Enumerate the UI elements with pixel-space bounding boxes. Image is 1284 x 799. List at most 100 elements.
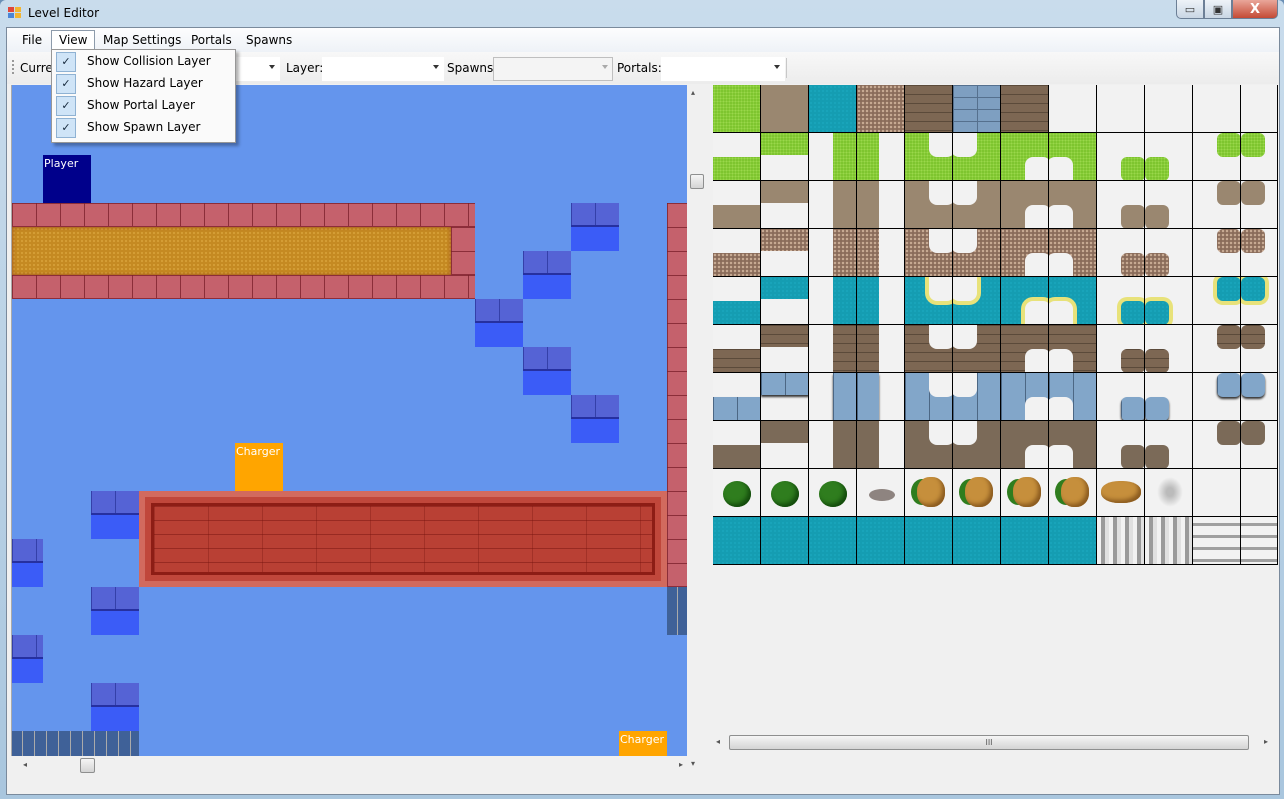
tile-gravel-island[interactable] <box>1097 229 1145 277</box>
tile-water[interactable] <box>809 517 857 565</box>
tile-wood-island[interactable] <box>1145 325 1193 373</box>
tile-stone-island[interactable] <box>1241 373 1278 421</box>
current-combo[interactable] <box>234 57 280 81</box>
tile-dirt-edge[interactable] <box>713 181 761 229</box>
tile-water[interactable] <box>713 517 761 565</box>
close-button[interactable]: X <box>1232 0 1278 19</box>
tile-water[interactable] <box>857 517 905 565</box>
tile-dirt-corner[interactable] <box>1001 181 1049 229</box>
tile-grass-edge[interactable] <box>857 133 905 181</box>
tile-dirt-edge[interactable] <box>761 181 809 229</box>
tile-stone[interactable] <box>953 85 1001 133</box>
tile-water-island[interactable] <box>1097 277 1145 325</box>
tile-spikes-right[interactable] <box>1193 517 1241 565</box>
tile-water-corner[interactable] <box>1001 277 1049 325</box>
tile-water-island[interactable] <box>1145 277 1193 325</box>
tile-dead-shrub[interactable] <box>1145 469 1193 517</box>
map-canvas[interactable]: Player Charger Charger <box>11 85 688 756</box>
tile-water-edge[interactable] <box>761 277 809 325</box>
tile-wood-corner[interactable] <box>905 325 953 373</box>
menu-item-show-portal-layer[interactable]: ✓ Show Portal Layer <box>54 95 232 117</box>
tile-wall-corner[interactable] <box>1001 421 1049 469</box>
tile-wood[interactable] <box>905 85 953 133</box>
tile-wood-edge[interactable] <box>761 325 809 373</box>
tile-stone-corner[interactable] <box>1001 373 1049 421</box>
tile-grass-corner[interactable] <box>1049 133 1097 181</box>
tile-gravel-edge[interactable] <box>857 229 905 277</box>
tile-water-island[interactable] <box>1193 277 1241 325</box>
tile-water-corner[interactable] <box>1049 277 1097 325</box>
tile-wall-corner[interactable] <box>905 421 953 469</box>
tile-stone-island[interactable] <box>1193 373 1241 421</box>
menu-file[interactable]: File <box>15 31 49 49</box>
tile-dirt-edge[interactable] <box>857 181 905 229</box>
tile-rock-bush[interactable] <box>1001 469 1049 517</box>
tile-dirt-island[interactable] <box>1097 181 1145 229</box>
tile-water-edge[interactable] <box>857 277 905 325</box>
tile-grass-edge[interactable] <box>761 133 809 181</box>
tile-empty[interactable] <box>1241 85 1278 133</box>
maximize-button[interactable]: ▣ <box>1204 0 1232 19</box>
tile-wood-corner[interactable] <box>1001 325 1049 373</box>
tile-wood-island[interactable] <box>1241 325 1278 373</box>
tile-water[interactable] <box>1001 517 1049 565</box>
tile-dirt-island[interactable] <box>1145 181 1193 229</box>
tile-grass-island[interactable] <box>1241 133 1278 181</box>
tile-rock-bush[interactable] <box>1049 469 1097 517</box>
scrollbar-thumb[interactable] <box>690 174 704 189</box>
tile-spikes-down[interactable] <box>1145 517 1193 565</box>
tile-wall-island[interactable] <box>1193 421 1241 469</box>
tile-stone-island[interactable] <box>1145 373 1193 421</box>
palette-horizontal-scrollbar[interactable]: ◂ III ▸ <box>714 734 1279 752</box>
tile-stone-corner[interactable] <box>1049 373 1097 421</box>
tile-stone-edge[interactable] <box>809 373 857 421</box>
tile-wood-edge[interactable] <box>713 325 761 373</box>
spawn-charger[interactable]: Charger <box>619 731 667 756</box>
tile-water-island[interactable] <box>1241 277 1278 325</box>
tile-wall-island[interactable] <box>1241 421 1278 469</box>
tile-water-corner[interactable] <box>953 277 1001 325</box>
tile-wall-island[interactable] <box>1097 421 1145 469</box>
menu-portals[interactable]: Portals <box>184 31 239 49</box>
scroll-up-icon[interactable]: ▴ <box>691 88 695 97</box>
tile-water[interactable] <box>761 517 809 565</box>
tile-water[interactable] <box>953 517 1001 565</box>
tile-stone-corner[interactable] <box>905 373 953 421</box>
tile-water[interactable] <box>905 517 953 565</box>
tile-wood-corner[interactable] <box>1049 325 1097 373</box>
layer-combo[interactable] <box>322 57 444 81</box>
portals-combo[interactable] <box>661 57 785 81</box>
tile-wall-corner[interactable] <box>1049 421 1097 469</box>
tile-water-edge[interactable] <box>713 277 761 325</box>
tile-grass-corner[interactable] <box>905 133 953 181</box>
tile-spikes-left[interactable] <box>1241 517 1278 565</box>
tile-stone-edge[interactable] <box>713 373 761 421</box>
tile-dirt-island[interactable] <box>1193 181 1241 229</box>
tile-gravel-island[interactable] <box>1193 229 1241 277</box>
tile-wall-edge[interactable] <box>809 421 857 469</box>
tile-grass-corner[interactable] <box>953 133 1001 181</box>
tile-grass-island[interactable] <box>1145 133 1193 181</box>
tile-grass-island[interactable] <box>1097 133 1145 181</box>
tile-water[interactable] <box>1049 517 1097 565</box>
spawn-player[interactable]: Player <box>43 155 91 203</box>
tile-gravel-edge[interactable] <box>761 229 809 277</box>
minimize-button[interactable]: ▭ <box>1176 0 1204 19</box>
tile-wood-plank[interactable] <box>1001 85 1049 133</box>
tile-bush[interactable] <box>761 469 809 517</box>
tile-wood-edge[interactable] <box>857 325 905 373</box>
tile-empty[interactable] <box>1241 469 1278 517</box>
menu-item-show-spawn-layer[interactable]: ✓ Show Spawn Layer <box>54 117 232 139</box>
scroll-down-icon[interactable]: ▾ <box>691 759 695 768</box>
tile-empty[interactable] <box>1097 85 1145 133</box>
tile-wood-island[interactable] <box>1097 325 1145 373</box>
tile-pebbles[interactable] <box>857 469 905 517</box>
tile-gravel-island[interactable] <box>1241 229 1278 277</box>
scroll-left-icon[interactable]: ◂ <box>716 737 720 746</box>
tile-stone-edge[interactable] <box>761 373 809 421</box>
tile-grass-island[interactable] <box>1193 133 1241 181</box>
tile-wall-corner[interactable] <box>953 421 1001 469</box>
tile-grass-corner[interactable] <box>1001 133 1049 181</box>
tile-dirt-corner[interactable] <box>1049 181 1097 229</box>
menu-map-settings[interactable]: Map Settings <box>96 31 188 49</box>
